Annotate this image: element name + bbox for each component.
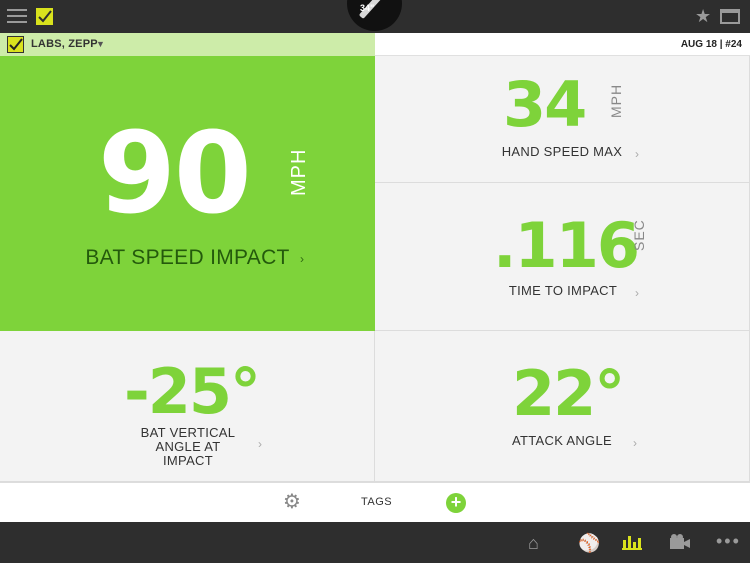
vertical-angle-label-line3: IMPACT [163,453,213,468]
vertical-angle-value: -25° [124,355,261,428]
chevron-right-icon: › [633,436,637,450]
bottom-nav: ⌂ ⚾ ••• [0,522,750,563]
top-bar: 34" ★ [0,0,750,33]
calendar-icon[interactable] [720,9,740,24]
more-icon[interactable]: ••• [716,532,741,550]
player-name: LABS, ZEPP [31,38,98,50]
tags-label: TAGS [361,496,393,508]
add-tag-icon[interactable]: + [446,493,466,513]
bat-length-badge[interactable]: 34" [347,0,402,33]
vertical-angle-label-line2: ANGLE AT [155,439,221,454]
caret-down-icon: ▼ [96,39,105,49]
bat-speed-tile[interactable]: 90 MPH BAT SPEED IMPACT › [0,56,375,331]
bat-speed-value: 90 [98,109,252,239]
gear-icon[interactable]: ⚙ [283,492,301,512]
bat-speed-label: BAT SPEED IMPACT [85,246,290,269]
chevron-right-icon: › [258,437,262,451]
vertical-angle-label: BAT VERTICAL ANGLE AT IMPACT [118,426,258,468]
time-to-impact-label: TIME TO IMPACT [508,283,618,298]
tags-bar: ⚙ TAGS + [0,482,750,522]
player-logo-icon [7,36,24,53]
player-selector[interactable]: LABS, ZEPP ▼ [0,33,375,56]
hand-speed-tile[interactable]: 34 MPH HAND SPEED MAX › [375,56,750,183]
home-icon[interactable]: ⌂ [528,534,539,552]
vertical-angle-label-line1: BAT VERTICAL [140,425,236,440]
chevron-right-icon: › [635,147,639,161]
stats-icon[interactable] [622,534,642,554]
app-root: 34" ★ LABS, ZEPP ▼ AUG 18 | #24 90 MPH B… [0,0,750,563]
time-to-impact-value: .116 [493,209,640,282]
session-date: AUG 18 | #24 [680,39,742,50]
video-icon[interactable] [670,534,690,553]
zepp-logo-icon[interactable] [36,8,53,25]
chevron-right-icon: › [635,286,639,300]
attack-angle-value: 22° [512,357,625,430]
stats-bars-icon [622,536,642,550]
vertical-angle-tile[interactable]: -25° BAT VERTICAL ANGLE AT IMPACT › [0,331,375,482]
bat-length-label: 34" [360,3,375,13]
chevron-right-icon: › [300,252,304,266]
swing-icon[interactable]: ⚾ [578,534,600,552]
hand-speed-unit: MPH [608,83,624,118]
session-header: LABS, ZEPP ▼ AUG 18 | #24 [0,33,750,56]
hand-speed-label: HAND SPEED MAX [501,144,623,159]
attack-angle-label: ATTACK ANGLE [512,433,612,448]
time-to-impact-unit: SEC [631,219,647,251]
bat-speed-unit: MPH [288,148,310,196]
hamburger-icon[interactable] [7,9,27,23]
time-to-impact-tile[interactable]: .116 SEC TIME TO IMPACT › [375,183,750,331]
camera-icon [670,534,690,549]
attack-angle-tile[interactable]: 22° ATTACK ANGLE › [375,331,750,482]
hand-speed-value: 34 [503,68,587,141]
star-icon[interactable]: ★ [695,6,711,26]
logo-check-icon [38,10,52,23]
player-check-icon [9,38,23,51]
